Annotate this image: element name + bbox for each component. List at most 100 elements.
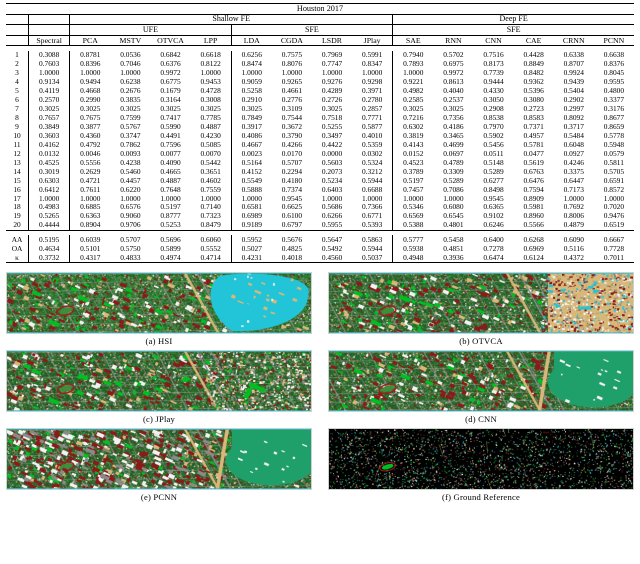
table-group-row: Shallow FEDeep FE	[6, 14, 634, 25]
classification-map-jplay	[6, 350, 312, 412]
cell: 0.8498	[473, 185, 513, 194]
cell: 0.7611	[70, 185, 111, 194]
cell: 0.5750	[110, 244, 150, 253]
subgroup-sfe-deep: SFE	[393, 25, 634, 36]
table-row: 120.01320.00460.00930.00770.00700.00230.…	[6, 149, 634, 158]
cell: 0.4238	[110, 158, 150, 167]
row-label: 11	[6, 140, 29, 149]
cell: 0.5888	[231, 185, 272, 194]
cell: 0.5324	[352, 158, 393, 167]
cell: 0.5676	[272, 235, 312, 244]
table-row: 130.45250.55560.42380.40900.54420.51640.…	[6, 158, 634, 167]
column-header-cae: CAE	[514, 35, 554, 45]
cell: 0.3747	[110, 131, 150, 140]
cell: 0.4699	[433, 140, 473, 149]
cell: 0.0046	[70, 149, 111, 158]
figure-row: (c) JPlay(d) CNN	[0, 350, 640, 427]
cell: 0.3789	[393, 167, 434, 176]
cell: 0.4152	[231, 167, 272, 176]
cell: 0.7728	[594, 244, 634, 253]
cell: 0.7011	[594, 253, 634, 262]
cell: 0.6246	[473, 221, 513, 230]
cell: 0.4086	[231, 131, 272, 140]
cell: 0.7374	[272, 185, 312, 194]
cell: 0.5781	[514, 140, 554, 149]
cell: 0.5460	[110, 167, 150, 176]
cell: 0.5647	[312, 235, 352, 244]
column-header-jplay: JPlay	[352, 35, 393, 45]
cell: 0.3309	[433, 167, 473, 176]
cell: 0.5948	[594, 140, 634, 149]
cell: 0.3849	[29, 122, 70, 131]
cell: 0.4792	[70, 140, 111, 149]
cell: 0.8904	[70, 221, 111, 230]
cell: 0.4186	[433, 122, 473, 131]
cell: 0.5027	[231, 244, 272, 253]
cell: 0.0132	[29, 149, 70, 158]
cell: 0.6400	[473, 235, 513, 244]
cell: 0.4180	[272, 176, 312, 185]
cell: 0.4879	[554, 221, 594, 230]
row-label: 12	[6, 149, 29, 158]
subgroup-sfe-shallow: SFE	[231, 25, 393, 36]
cell: 0.7675	[70, 113, 111, 122]
cell: 0.6519	[594, 221, 634, 230]
cell: 0.6039	[70, 235, 111, 244]
cell: 0.5707	[110, 235, 150, 244]
figure-cell-otvca: (b) OTVCA	[328, 272, 634, 349]
row-label: 20	[6, 221, 29, 230]
table-bottom-rule	[6, 262, 634, 267]
cell: 0.5458	[433, 235, 473, 244]
cell: 0.7417	[150, 113, 190, 122]
cell: 0.2073	[312, 167, 352, 176]
cell: 0.0697	[433, 149, 473, 158]
cell: 0.3019	[29, 167, 70, 176]
cell: 0.7648	[150, 185, 190, 194]
cell: 0.3465	[433, 131, 473, 140]
cell: 0.0511	[473, 149, 513, 158]
cell: 0.5778	[594, 131, 634, 140]
cell: 0.6303	[29, 176, 70, 185]
cell: 0.0152	[393, 149, 434, 158]
column-header-pcnn: PCNN	[594, 35, 634, 45]
table-row: 150.63030.47210.44570.48870.46020.55490.…	[6, 176, 634, 185]
cell: 0.4721	[70, 176, 111, 185]
row-label: AA	[6, 235, 29, 244]
column-header-rnn: RNN	[433, 35, 473, 45]
cell: 0.3603	[29, 131, 70, 140]
classification-map-gt	[328, 428, 634, 490]
figure-cell-gt: (f) Ground Reference	[328, 428, 634, 505]
table-header-row: SpectralPCAMSTVOTVCALPPLDACGDALSDRJPlayS…	[6, 35, 634, 45]
cell: 0.5952	[231, 235, 272, 244]
classification-map-cnn	[328, 350, 634, 412]
cell: 0.0477	[514, 149, 554, 158]
cell: 0.7457	[393, 185, 434, 194]
cell: 0.6277	[473, 176, 513, 185]
table-row: OA0.46340.51010.57500.58990.55520.50270.…	[6, 244, 634, 253]
cell: 0.8677	[594, 113, 634, 122]
cell: 0.4090	[150, 158, 190, 167]
cell: 0.3651	[191, 167, 232, 176]
cell: 0.5289	[433, 176, 473, 185]
cell: 0.0077	[150, 149, 190, 158]
cell: 0.4948	[393, 253, 434, 262]
cell: 0.4957	[514, 131, 554, 140]
cell: 0.5552	[191, 244, 232, 253]
column-header-lda: LDA	[231, 35, 272, 45]
cell: 0.5556	[70, 158, 111, 167]
results-table-container: Houston 2017Shallow FEDeep FEUFESFESFESp…	[0, 0, 640, 267]
table-title: Houston 2017	[6, 4, 634, 15]
table-subgroup-row: UFESFESFE	[6, 25, 634, 36]
cell: 0.3790	[272, 131, 312, 140]
cell: 0.0093	[110, 149, 150, 158]
table-row: AA0.51950.60390.57070.56960.60600.59520.…	[6, 235, 634, 244]
cell: 0.5777	[393, 235, 434, 244]
column-header-cnn: CNN	[473, 35, 513, 45]
group-shallow-fe: Shallow FE	[70, 14, 393, 25]
row-label: 14	[6, 167, 29, 176]
subgroup-ufe: UFE	[70, 25, 232, 36]
cell: 0.0579	[594, 149, 634, 158]
classification-map-pcnn	[6, 428, 312, 490]
cell: 0.7785	[191, 113, 232, 122]
cell: 0.4246	[554, 158, 594, 167]
